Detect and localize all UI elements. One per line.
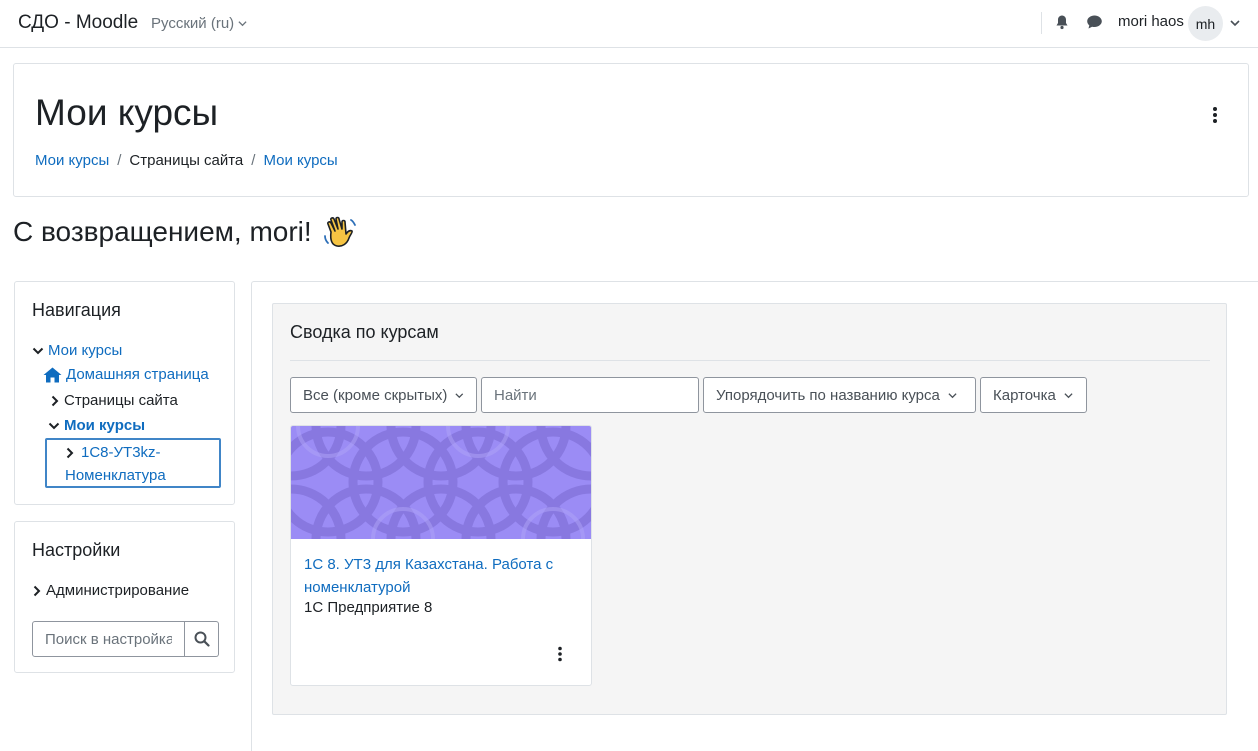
breadcrumb-site-pages: Страницы сайта	[129, 152, 244, 169]
nav-item-label[interactable]: Домашняя страница	[66, 366, 209, 383]
view-label: Карточка	[993, 386, 1056, 404]
breadcrumb-my-courses[interactable]: Мои курсы	[35, 152, 109, 169]
settings-item-label: Администрирование	[46, 582, 190, 599]
nav-course-line: 1С8-УТ3kz-	[65, 444, 161, 461]
navbar-divider	[1041, 12, 1042, 34]
chevron-right-icon[interactable]	[32, 585, 42, 597]
nav-course-label-line2[interactable]: Номенклатура	[65, 467, 166, 484]
course-overview-block: Сводка по курсам Все (кроме скрытых) Упо…	[272, 303, 1227, 715]
sort-label: Упорядочить по названию курса	[716, 386, 940, 404]
divider	[290, 360, 1210, 361]
breadcrumb: Мои курсы / Страницы сайта / Мои курсы	[35, 152, 338, 169]
language-menu[interactable]: Русский (ru)	[151, 15, 247, 32]
breadcrumb-separator: /	[251, 152, 256, 169]
course-category: 1С Предприятие 8	[304, 599, 433, 616]
chat-icon[interactable]	[1086, 14, 1103, 30]
navigation-block: Навигация Мои курсы Домашняя страница Ст…	[14, 281, 235, 505]
settings-item-administration[interactable]: Администрирование	[32, 582, 189, 599]
breadcrumb-separator: /	[117, 152, 122, 169]
grouping-label: Все (кроме скрытых)	[303, 386, 448, 404]
user-name[interactable]: mori haos	[1118, 13, 1184, 30]
nav-course-label-line1[interactable]: 1С8-УТ3kz-	[81, 444, 161, 461]
search-icon	[194, 631, 210, 647]
welcome-text: С возвращением, mori!	[13, 216, 312, 247]
chevron-down-icon[interactable]	[32, 345, 44, 357]
view-dropdown[interactable]: Карточка	[980, 377, 1087, 413]
chevron-down-icon	[1064, 392, 1073, 398]
chevron-down-icon[interactable]	[1229, 17, 1241, 29]
settings-search-input[interactable]	[32, 621, 185, 657]
chevron-right-icon[interactable]	[65, 447, 75, 459]
sort-dropdown[interactable]: Упорядочить по названию курса	[703, 377, 976, 413]
course-card[interactable]: 1С 8. УТ3 для Казахстана. Работа с номен…	[290, 425, 592, 686]
course-search-field[interactable]	[481, 377, 699, 413]
settings-block: Настройки Администрирование	[14, 521, 235, 673]
course-actions-icon[interactable]	[557, 646, 563, 662]
home-icon	[43, 367, 62, 382]
chevron-down-icon	[238, 21, 247, 27]
chevron-down-icon	[455, 392, 464, 398]
course-image[interactable]	[291, 426, 591, 539]
chevron-right-icon[interactable]	[50, 395, 60, 407]
nav-item-label[interactable]: Мои курсы	[64, 417, 145, 434]
nav-item-my-courses-root[interactable]: Мои курсы	[32, 342, 122, 359]
top-navbar: СДО - Moodle Русский (ru) mori haos mh	[0, 0, 1258, 48]
course-name-link[interactable]: 1С 8. УТ3 для Казахстана. Работа с номен…	[304, 553, 564, 599]
nav-item-course[interactable]: 1С8-УТ3kz- Номенклатура	[45, 438, 221, 488]
course-overview-title: Сводка по курсам	[290, 322, 439, 342]
chevron-down-icon	[948, 392, 957, 398]
nav-item-label[interactable]: Мои курсы	[48, 342, 122, 359]
breadcrumb-my-courses-current[interactable]: Мои курсы	[263, 152, 337, 169]
waving-hand-icon	[323, 216, 356, 247]
language-label: Русский (ru)	[151, 15, 235, 32]
more-actions-icon[interactable]	[1212, 106, 1218, 124]
site-brand[interactable]: СДО - Moodle	[18, 12, 138, 34]
navigation-title: Навигация	[32, 300, 121, 320]
avatar[interactable]: mh	[1188, 6, 1223, 41]
nav-item-home[interactable]: Домашняя страница	[43, 366, 209, 383]
nav-item-label: Страницы сайта	[64, 392, 178, 409]
nav-item-my-courses[interactable]: Мои курсы	[48, 417, 145, 434]
welcome-heading: С возвращением, mori!	[13, 214, 358, 250]
page-header: Мои курсы Мои курсы / Страницы сайта / М…	[13, 63, 1249, 197]
settings-search-button[interactable]	[185, 621, 219, 657]
settings-search	[32, 621, 219, 657]
page-title: Мои курсы	[35, 92, 219, 133]
course-search-input[interactable]	[494, 386, 686, 404]
nav-item-site-pages[interactable]: Страницы сайта	[50, 392, 178, 409]
chevron-down-icon[interactable]	[48, 420, 60, 432]
bell-icon[interactable]	[1054, 14, 1070, 30]
grouping-dropdown[interactable]: Все (кроме скрытых)	[290, 377, 477, 413]
settings-title: Настройки	[32, 540, 121, 560]
